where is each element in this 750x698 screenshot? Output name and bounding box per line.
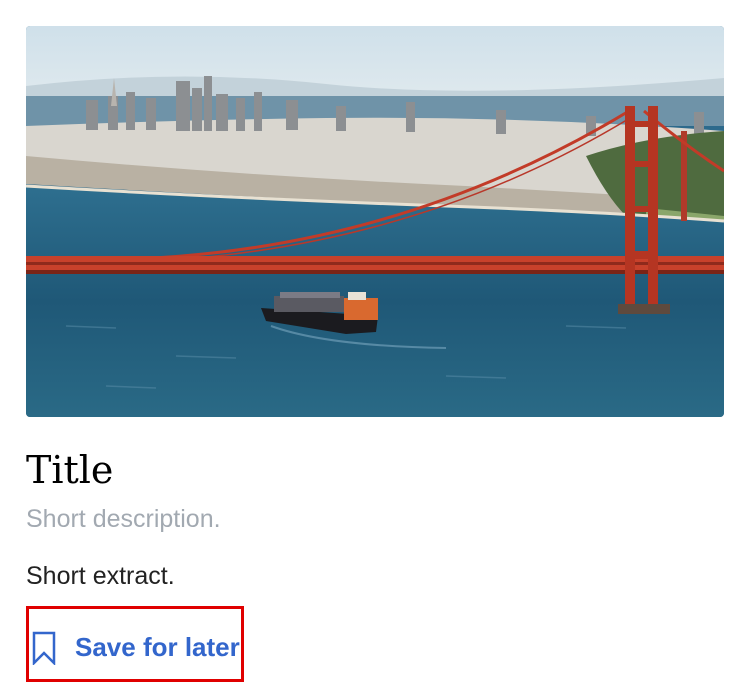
bookmark-icon: [31, 631, 57, 670]
article-image[interactable]: [26, 26, 724, 417]
save-for-later-label: Save for later: [75, 632, 240, 662]
article-description: Short description.: [26, 505, 221, 533]
article-extract: Short extract.: [26, 562, 175, 590]
save-for-later-button[interactable]: Save for later: [26, 606, 244, 682]
golden-gate-photo: [26, 26, 724, 417]
article-card[interactable]: Title Short description. Short extract. …: [0, 0, 750, 698]
article-title[interactable]: Title: [26, 446, 113, 494]
